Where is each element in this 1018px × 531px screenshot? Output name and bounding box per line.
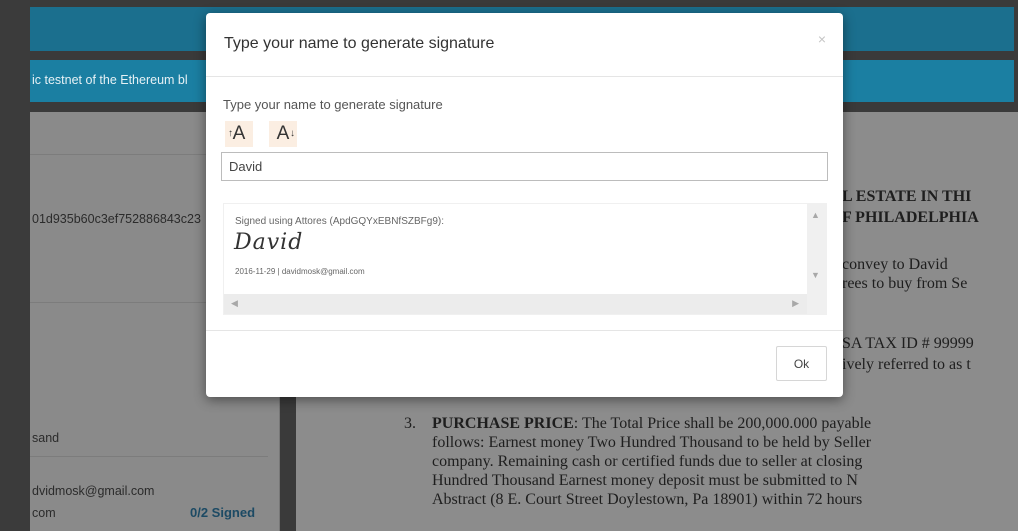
signature-meta: 2016-11-29 | davidmosk@gmail.com: [235, 267, 365, 276]
doc-purchase-text: : The Total Price shall be 200,000.000 p…: [573, 415, 872, 432]
modal-title: Type your name to generate signature: [224, 35, 495, 52]
divider: [30, 456, 268, 457]
modal-footer-divider: [206, 330, 843, 331]
doc-purchase-line3: company. Remaining cash or certified fun…: [432, 453, 863, 470]
signed-status-badge: 0/2 Signed: [190, 505, 256, 520]
doc-heading-line1: L ESTATE IN THI: [842, 188, 972, 205]
doc-purchase-title: PURCHASE PRICE: [432, 415, 574, 432]
doc-paragraph-1b: rees to buy from Se: [842, 275, 968, 292]
arrow-up-icon: ↑: [228, 128, 233, 139]
party-email: dvidmosk@gmail.com: [32, 484, 155, 498]
scroll-left-icon[interactable]: ◀: [231, 298, 238, 309]
doc-paragraph-1a: convey to David: [842, 256, 948, 273]
doc-paragraph-2a: SA TAX ID # 99999: [842, 335, 974, 352]
signature-text: David: [234, 230, 304, 255]
scroll-up-icon[interactable]: ▲: [811, 210, 820, 220]
doc-item-number: 3.: [404, 415, 416, 432]
doc-purchase-line1: PURCHASE PRICE: The Total Price shall be…: [432, 414, 871, 433]
decrease-font-button[interactable]: A ↓: [269, 121, 297, 147]
doc-purchase-line5: Abstract (8 E. Court Street Doylestown, …: [432, 491, 863, 508]
party-email-second: com: [32, 506, 56, 520]
signature-modal: Type your name to generate signature × T…: [206, 13, 843, 397]
doc-purchase-line4: Hundred Thousand Earnest money deposit m…: [432, 472, 858, 489]
left-edge: [0, 0, 30, 531]
contract-hash: 01d935b60c3ef752886843c23: [32, 212, 201, 226]
doc-purchase-line2: follows: Earnest money Two Hundred Thous…: [432, 434, 872, 451]
vertical-scrollbar[interactable]: ▲ ▼: [807, 204, 826, 296]
arrow-down-icon: ↓: [290, 128, 295, 139]
scroll-down-icon[interactable]: ▼: [811, 270, 820, 280]
signed-using-text: Signed using Attores (ApdGQYxEBNfSZBFg9)…: [235, 216, 444, 227]
name-field-label: Type your name to generate signature: [223, 97, 443, 112]
doc-paragraph-2b: ively referred to as t: [842, 356, 971, 373]
modal-header: Type your name to generate signature ×: [206, 13, 843, 77]
font-size-down-icon: A: [276, 123, 290, 144]
ok-button[interactable]: Ok: [776, 346, 827, 381]
party-name: sand: [32, 431, 60, 445]
scroll-right-icon[interactable]: ▶: [792, 298, 799, 309]
scrollbar-corner: [807, 294, 826, 314]
close-icon[interactable]: ×: [818, 31, 826, 47]
doc-heading-line2: F PHILADELPHIA: [842, 209, 979, 226]
signature-preview: Signed using Attores (ApdGQYxEBNfSZBFg9)…: [223, 203, 827, 315]
info-banner-text: ic testnet of the Ethereum bl: [32, 73, 188, 87]
font-size-up-icon: A: [232, 123, 246, 144]
increase-font-button[interactable]: ↑ A: [225, 121, 253, 147]
horizontal-scrollbar[interactable]: ◀ ▶: [224, 294, 809, 314]
name-input[interactable]: [221, 152, 828, 181]
